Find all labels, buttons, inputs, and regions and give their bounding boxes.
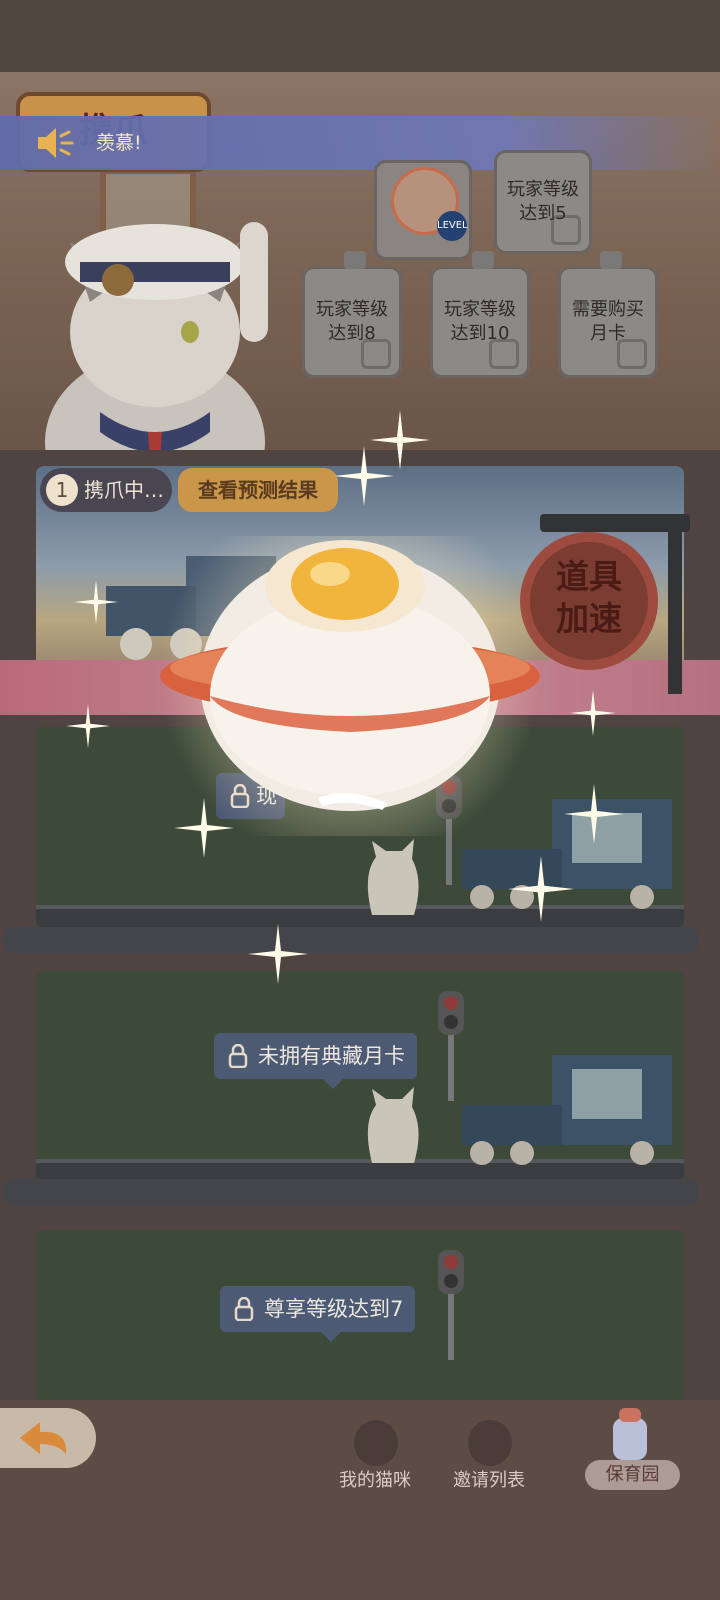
nav-my-cats[interactable]: 我的猫咪 bbox=[320, 1420, 430, 1500]
lock-icon bbox=[361, 339, 391, 369]
lock-text: 未拥有典藏月卡 bbox=[258, 1044, 405, 1068]
nav-label: 我的猫咪 bbox=[339, 1470, 411, 1491]
sparkle-icon bbox=[74, 580, 118, 624]
sparkle-icon bbox=[508, 856, 574, 922]
locked-slot-level-8[interactable]: 玩家等级 达到8 bbox=[302, 251, 402, 378]
sparkle-icon bbox=[248, 924, 308, 984]
boost-sign-pole bbox=[668, 514, 682, 694]
railway-signal bbox=[438, 1250, 464, 1360]
sparkle-icon bbox=[334, 446, 394, 506]
lock-icon bbox=[617, 339, 647, 369]
pill-tail bbox=[323, 1079, 343, 1089]
top-strip bbox=[0, 0, 720, 72]
slot-hook bbox=[344, 251, 366, 269]
locked-slot-level-5[interactable]: 玩家等级 达到5 bbox=[494, 150, 592, 254]
lock-icon bbox=[551, 215, 581, 245]
locked-slot-month-card[interactable]: 需要购买 月卡 bbox=[558, 251, 658, 378]
sparkle-icon bbox=[564, 784, 624, 844]
baby-bottle-icon bbox=[613, 1408, 647, 1460]
lane-shelf bbox=[4, 1179, 698, 1205]
sparkle-icon bbox=[174, 798, 234, 858]
announcement-bar: 羡慕! bbox=[0, 116, 720, 170]
slot-hook bbox=[600, 251, 622, 269]
back-button[interactable] bbox=[0, 1408, 96, 1468]
pill-tail bbox=[321, 1332, 342, 1342]
slot-hook bbox=[472, 251, 494, 269]
view-prediction-button[interactable]: 查看预测结果 bbox=[178, 468, 338, 512]
invite-list-icon bbox=[468, 1420, 512, 1466]
lane-shelf bbox=[4, 927, 698, 953]
train-illustration bbox=[462, 1055, 672, 1165]
nav-invite-list[interactable]: 邀请列表 bbox=[434, 1420, 544, 1500]
speaker-icon bbox=[38, 128, 74, 158]
conductor-cat-illustration bbox=[45, 222, 268, 450]
cat-silhouette bbox=[367, 839, 419, 915]
lane-3: 未拥有典藏月卡 bbox=[0, 965, 720, 1220]
reward-egg-item[interactable] bbox=[150, 536, 550, 836]
sparkle-icon bbox=[570, 690, 616, 736]
lane-4: 尊享等级达到7 bbox=[0, 1220, 720, 1400]
travel-status-pill: 1 携爪中… bbox=[40, 468, 172, 512]
cat-card-icon bbox=[354, 1420, 398, 1466]
locked-slot-level-10[interactable]: 玩家等级 达到10 bbox=[430, 251, 530, 378]
lane-number: 1 bbox=[46, 474, 78, 506]
announcement-text: 羡慕! bbox=[96, 132, 142, 154]
back-arrow-icon bbox=[20, 1422, 67, 1454]
level-badge: LEVEL bbox=[437, 211, 468, 241]
lock-icon bbox=[234, 1297, 254, 1321]
game-screen: 携爪 羡慕! LEVEL 玩家等级 达到5 玩家等级 达到8 玩家等级 达到10… bbox=[0, 0, 720, 1600]
lane-4-lock-pill: 尊享等级达到7 bbox=[220, 1286, 416, 1342]
cat-silhouette bbox=[367, 1087, 419, 1163]
lock-icon bbox=[228, 1044, 248, 1068]
status-text: 携爪中… bbox=[84, 478, 164, 502]
nav-label: 邀请列表 bbox=[453, 1470, 525, 1491]
lock-icon bbox=[489, 339, 519, 369]
nav-label: 保育园 bbox=[585, 1460, 680, 1490]
lane-3-lock-pill: 未拥有典藏月卡 bbox=[214, 1033, 417, 1089]
nav-kindergarten[interactable]: 保育园 bbox=[585, 1404, 680, 1490]
unlocked-cat-slot[interactable]: LEVEL bbox=[374, 160, 472, 260]
lock-text: 尊享等级达到7 bbox=[264, 1297, 404, 1321]
sparkle-icon bbox=[66, 704, 110, 748]
